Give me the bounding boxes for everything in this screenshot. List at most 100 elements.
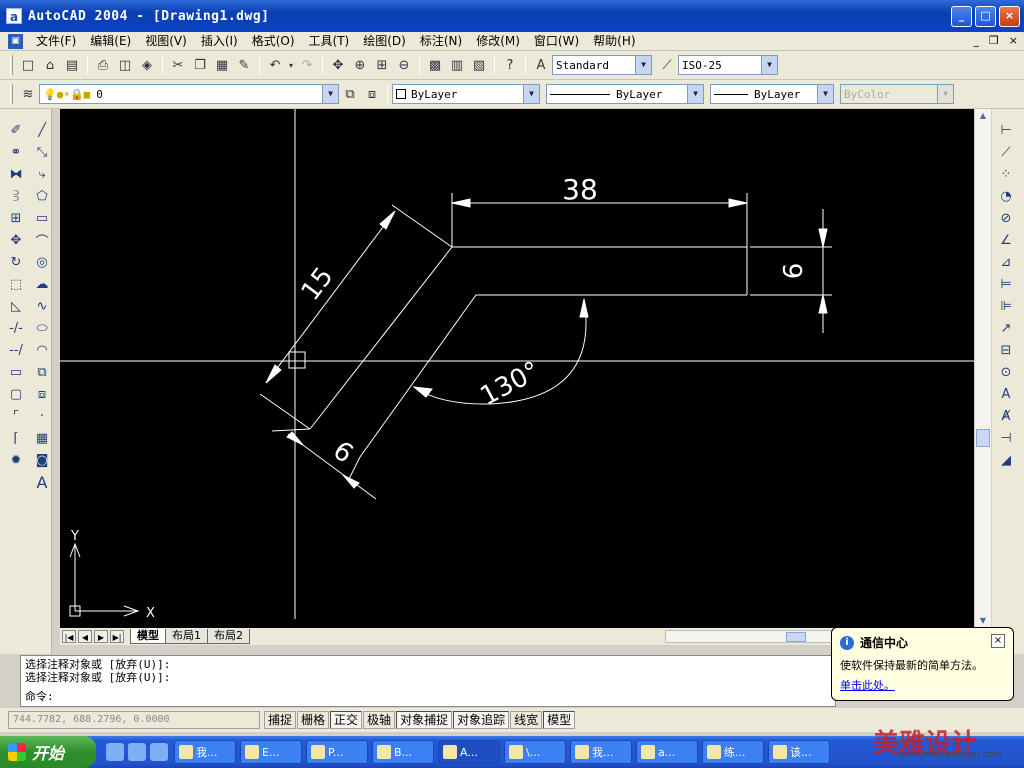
taskbar-item[interactable]: \... bbox=[504, 740, 566, 764]
pan-icon[interactable]: ✥ bbox=[327, 54, 349, 76]
circle-icon[interactable]: ◎ bbox=[31, 251, 53, 273]
title-bar[interactable]: a AutoCAD 2004 - [Drawing1.dwg] _ □ × bbox=[0, 0, 1024, 32]
design-center-icon[interactable]: ▥ bbox=[446, 54, 468, 76]
menu-window[interactable]: 窗口(W) bbox=[527, 32, 586, 50]
region-icon[interactable]: ◙ bbox=[31, 449, 53, 471]
text-style-icon[interactable]: A bbox=[530, 54, 552, 76]
taskbar-item-autocad[interactable]: A... bbox=[438, 740, 500, 764]
chevron-down-icon[interactable]: ▼ bbox=[523, 85, 539, 103]
scroll-up-icon[interactable]: ▲ bbox=[976, 109, 990, 123]
text-style-dropdown[interactable]: Standard ▼ bbox=[552, 55, 652, 75]
taskbar-item[interactable]: 我... bbox=[570, 740, 632, 764]
help-icon[interactable]: ? bbox=[499, 54, 521, 76]
polygon-icon[interactable]: ⬠ bbox=[31, 185, 53, 207]
taskbar-item[interactable]: 该... bbox=[768, 740, 830, 764]
chevron-down-icon[interactable]: ▼ bbox=[635, 56, 651, 74]
mirror-icon[interactable]: ⧓ bbox=[5, 163, 27, 185]
explode-icon[interactable]: ✹ bbox=[5, 449, 27, 471]
baseline-dimension-icon[interactable]: ⊨ bbox=[995, 273, 1017, 295]
stretch-icon[interactable]: ◺ bbox=[5, 295, 27, 317]
chevron-down-icon[interactable]: ▼ bbox=[322, 85, 338, 103]
vertical-scrollbar[interactable]: ▲ ▼ bbox=[974, 109, 991, 628]
undo-icon[interactable]: ↶ bbox=[264, 54, 286, 76]
cut-icon[interactable]: ✂ bbox=[167, 54, 189, 76]
layer-previous-icon[interactable]: ⧈ bbox=[361, 83, 383, 105]
zoom-realtime-icon[interactable]: ⊕ bbox=[349, 54, 371, 76]
taskbar-item[interactable]: B... bbox=[372, 740, 434, 764]
paste-icon[interactable]: ▦ bbox=[211, 54, 233, 76]
taskbar-item[interactable]: P... bbox=[306, 740, 368, 764]
snap-toggle[interactable]: 捕捉 bbox=[264, 711, 297, 729]
new-file-icon[interactable]: □ bbox=[17, 54, 39, 76]
command-prompt[interactable]: 命令: bbox=[25, 688, 54, 704]
balloon-close-button[interactable]: × bbox=[991, 634, 1005, 648]
otrack-toggle[interactable]: 对象追踪 bbox=[453, 711, 510, 729]
save-icon[interactable]: ▤ bbox=[61, 54, 83, 76]
media-player-icon[interactable] bbox=[128, 743, 146, 761]
linear-dimension-icon[interactable]: ⊢ bbox=[995, 119, 1017, 141]
angular-dimension-icon[interactable]: ∠ bbox=[995, 229, 1017, 251]
menu-edit[interactable]: 编辑(E) bbox=[83, 32, 138, 50]
ie-icon[interactable] bbox=[106, 743, 124, 761]
center-mark-icon[interactable]: ⊙ bbox=[995, 361, 1017, 383]
show-desktop-icon[interactable] bbox=[150, 743, 168, 761]
prev-tab-icon[interactable]: ◀ bbox=[78, 630, 92, 643]
make-object-layer-current-icon[interactable]: ⧉ bbox=[339, 83, 361, 105]
chevron-down-icon[interactable]: ▼ bbox=[761, 56, 777, 74]
model-toggle[interactable]: 模型 bbox=[543, 711, 576, 729]
print-icon[interactable]: ⎙ bbox=[92, 54, 114, 76]
ellipse-arc-icon[interactable]: ◠ bbox=[31, 339, 53, 361]
redo-icon[interactable]: ↷ bbox=[296, 54, 318, 76]
point-icon[interactable]: · bbox=[31, 405, 53, 427]
arc-icon[interactable]: ⌒ bbox=[31, 229, 53, 251]
radius-dimension-icon[interactable]: ◔ bbox=[995, 185, 1017, 207]
document-icon[interactable]: ▣ bbox=[8, 33, 23, 49]
diameter-dimension-icon[interactable]: ⊘ bbox=[995, 207, 1017, 229]
scroll-down-icon[interactable]: ▼ bbox=[976, 614, 990, 628]
mdi-minimize-button[interactable]: _ bbox=[973, 34, 979, 47]
taskbar-item[interactable]: E... bbox=[240, 740, 302, 764]
menu-modify[interactable]: 修改(M) bbox=[469, 32, 527, 50]
chevron-down-icon[interactable]: ▼ bbox=[687, 85, 703, 103]
copy-icon[interactable]: ❐ bbox=[189, 54, 211, 76]
chamfer-icon[interactable]: ⌜ bbox=[5, 405, 27, 427]
tab-layout1[interactable]: 布局1 bbox=[165, 629, 208, 644]
publish-icon[interactable]: ◈ bbox=[136, 54, 158, 76]
drawing-svg[interactable]: 38 6 15 6 130° Y X bbox=[60, 109, 974, 628]
zoom-previous-icon[interactable]: ⊖ bbox=[393, 54, 415, 76]
linetype-dropdown[interactable]: ByLayer ▼ bbox=[546, 84, 704, 104]
trim-icon[interactable]: -/- bbox=[5, 317, 27, 339]
hatch-icon[interactable]: ▦ bbox=[31, 427, 53, 449]
ordinate-dimension-icon[interactable]: ⁘ bbox=[995, 163, 1017, 185]
tool-palettes-icon[interactable]: ▧ bbox=[468, 54, 490, 76]
quick-dimension-icon[interactable]: ⊿ bbox=[995, 251, 1017, 273]
rotate-icon[interactable]: ↻ bbox=[5, 251, 27, 273]
menu-insert[interactable]: 插入(I) bbox=[194, 32, 245, 50]
fillet-icon[interactable]: ⌈ bbox=[5, 427, 27, 449]
ortho-toggle[interactable]: 正交 bbox=[330, 711, 363, 729]
menu-file[interactable]: 文件(F) bbox=[29, 32, 83, 50]
dimension-style-manager-icon[interactable]: ◢ bbox=[995, 449, 1017, 471]
line-icon[interactable]: ╱ bbox=[31, 119, 53, 141]
offset-icon[interactable]: ⫖ bbox=[5, 185, 27, 207]
minimize-button[interactable]: _ bbox=[951, 6, 972, 27]
taskbar-item[interactable]: 练... bbox=[702, 740, 764, 764]
polyline-icon[interactable]: ⤷ bbox=[31, 163, 53, 185]
color-dropdown[interactable]: ByLayer ▼ bbox=[392, 84, 540, 104]
scale-icon[interactable]: ⬚ bbox=[5, 273, 27, 295]
next-tab-icon[interactable]: ▶ bbox=[94, 630, 108, 643]
drawing-canvas[interactable]: 38 6 15 6 130° Y X bbox=[60, 109, 974, 628]
continue-dimension-icon[interactable]: ⊫ bbox=[995, 295, 1017, 317]
aligned-dimension-icon[interactable]: ⟋ bbox=[995, 141, 1017, 163]
print-preview-icon[interactable]: ◫ bbox=[114, 54, 136, 76]
properties-icon[interactable]: ▩ bbox=[424, 54, 446, 76]
copy-object-icon[interactable]: ⚭ bbox=[5, 141, 27, 163]
dimension-edit-icon[interactable]: A bbox=[995, 383, 1017, 405]
grid-toggle[interactable]: 栅格 bbox=[297, 711, 330, 729]
mdi-close-button[interactable]: × bbox=[1009, 34, 1018, 47]
polar-toggle[interactable]: 极轴 bbox=[363, 711, 396, 729]
tab-model[interactable]: 模型 bbox=[130, 629, 166, 644]
menu-dimension[interactable]: 标注(N) bbox=[413, 32, 469, 50]
dimension-update-icon[interactable]: ⊣ bbox=[995, 427, 1017, 449]
close-button[interactable]: × bbox=[999, 6, 1020, 27]
